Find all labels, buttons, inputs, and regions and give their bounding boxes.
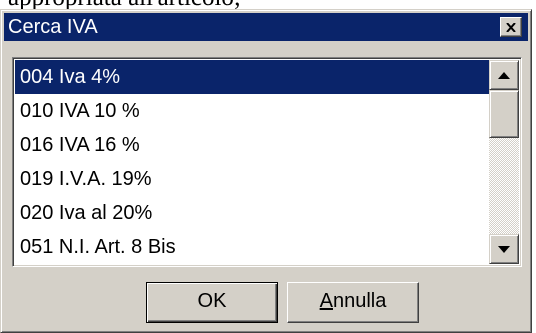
annulla-mnemonic: A [319, 290, 333, 312]
list-item[interactable]: 004 Iva 4% [15, 60, 493, 94]
scroll-up-button[interactable] [489, 60, 519, 90]
vertical-scrollbar[interactable] [489, 60, 519, 264]
scroll-down-button[interactable] [489, 234, 519, 264]
list-item[interactable]: 020 Iva al 20% [15, 196, 493, 230]
ok-button-label: OK [197, 290, 227, 312]
annulla-button[interactable]: Annulla [287, 282, 419, 323]
scroll-thumb[interactable] [489, 90, 519, 138]
cerca-iva-dialog: Cerca IVA 004 Iva 4% 010 IVA 10 % 016 IV… [0, 9, 532, 333]
list-item[interactable]: 016 IVA 16 % [15, 128, 493, 162]
iva-listbox[interactable]: 004 Iva 4% 010 IVA 10 % 016 IVA 16 % 019… [12, 57, 522, 267]
document-text: appropriata all'articolo; [8, 0, 241, 10]
close-button[interactable] [500, 17, 522, 37]
annulla-label-rest: nnulla [332, 290, 387, 312]
title-bar[interactable]: Cerca IVA [4, 13, 528, 41]
arrow-up-icon [498, 71, 510, 79]
list-item[interactable]: 010 IVA 10 % [15, 94, 493, 128]
list-items: 004 Iva 4% 010 IVA 10 % 016 IVA 16 % 019… [15, 60, 493, 264]
arrow-down-icon [498, 245, 510, 253]
ok-button[interactable]: OK [146, 282, 278, 323]
close-icon [506, 22, 516, 32]
dialog-title: Cerca IVA [8, 16, 98, 38]
list-item[interactable]: 051 N.I. Art. 8 Bis [15, 230, 493, 264]
list-item[interactable]: 019 I.V.A. 19% [15, 162, 493, 196]
